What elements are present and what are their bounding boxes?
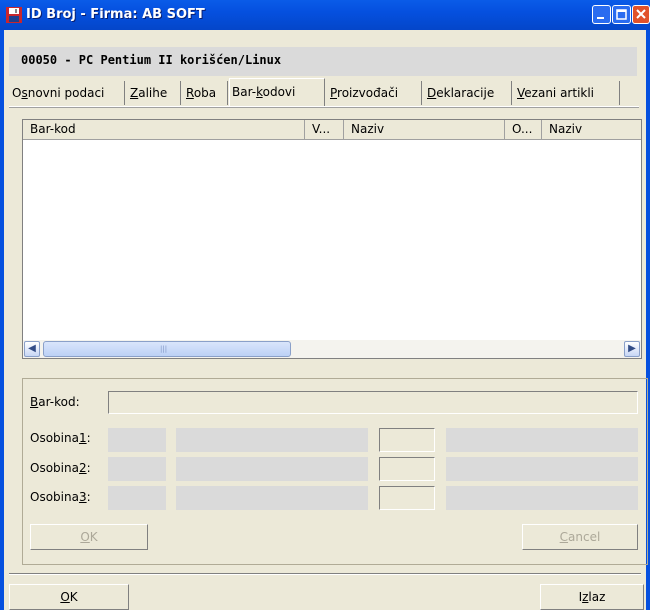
column-header-v[interactable]: V... <box>305 120 344 139</box>
window-frame-left <box>0 30 4 610</box>
osobina1-value-name <box>446 428 638 452</box>
osobina2-label: Osobina2: <box>30 461 91 475</box>
tab-separator-shadow <box>9 107 639 108</box>
ok-button[interactable]: OK <box>9 584 129 610</box>
osobina3-value-input[interactable] <box>379 486 435 510</box>
floppy-icon <box>6 7 22 23</box>
scroll-grip: ||| <box>160 345 168 353</box>
horizontal-scrollbar[interactable]: ◀ ||| ▶ <box>23 340 641 358</box>
scroll-right-icon[interactable]: ▶ <box>624 341 640 357</box>
osobina2-code-field[interactable] <box>108 457 166 481</box>
window-title: ID Broj - Firma: AB SOFT <box>26 7 205 22</box>
osobina1-code-field[interactable] <box>108 428 166 452</box>
column-header-naziv[interactable]: Naziv <box>344 120 505 139</box>
barcode-input[interactable] <box>108 391 638 414</box>
osobina1-name-field <box>176 428 368 452</box>
osobina1-label: Osobina1: <box>30 431 91 445</box>
scroll-thumb[interactable]: ||| <box>43 341 291 357</box>
tab-proizvodjaci[interactable]: Proizvođači <box>328 81 422 105</box>
grid-header: Bar-kod V... Naziv O... Naziv <box>23 120 641 140</box>
column-header-naziv-2[interactable]: Naziv <box>542 120 641 139</box>
form-cancel-button[interactable]: Cancel <box>522 524 638 550</box>
tab-vezani-artikli[interactable]: Vezani artikli <box>515 81 620 105</box>
tab-roba[interactable]: Roba <box>184 81 228 105</box>
tab-zalihe[interactable]: Zalihe <box>128 81 181 105</box>
osobina2-value-input[interactable] <box>379 457 435 481</box>
barcode-grid[interactable]: Bar-kod V... Naziv O... Naziv ◀ ||| ▶ <box>22 119 642 359</box>
osobina3-value-name <box>446 486 638 510</box>
record-header: 00050 - PC Pentium II korišćen/Linux <box>9 47 637 76</box>
column-header-bar-kod[interactable]: Bar-kod <box>23 120 305 139</box>
exit-button[interactable]: Izlaz <box>540 584 644 610</box>
tab-deklaracije[interactable]: Deklaracije <box>425 81 512 105</box>
record-title: 00050 - PC Pentium II korišćen/Linux <box>21 53 282 67</box>
column-header-o[interactable]: O... <box>505 120 542 139</box>
osobina1-value-input[interactable] <box>379 428 435 452</box>
footer-separator-highlight <box>9 574 641 575</box>
title-bar[interactable]: ID Broj - Firma: AB SOFT <box>0 0 650 30</box>
maximize-icon[interactable] <box>612 5 631 24</box>
osobina2-name-field <box>176 457 368 481</box>
osobina3-label: Osobina3: <box>30 490 91 504</box>
osobina3-name-field <box>176 486 368 510</box>
osobina2-value-name <box>446 457 638 481</box>
scroll-left-icon[interactable]: ◀ <box>24 341 40 357</box>
close-icon[interactable] <box>632 5 650 24</box>
barcode-label: Bar-kod: <box>30 395 80 409</box>
form-ok-button[interactable]: OK <box>30 524 148 550</box>
osobina3-code-field[interactable] <box>108 486 166 510</box>
tab-osnovni-podaci[interactable]: Osnovni podaci <box>10 81 125 105</box>
tab-bar-kodovi[interactable]: Bar-kodovi <box>229 78 325 107</box>
minimize-icon[interactable] <box>592 5 611 24</box>
